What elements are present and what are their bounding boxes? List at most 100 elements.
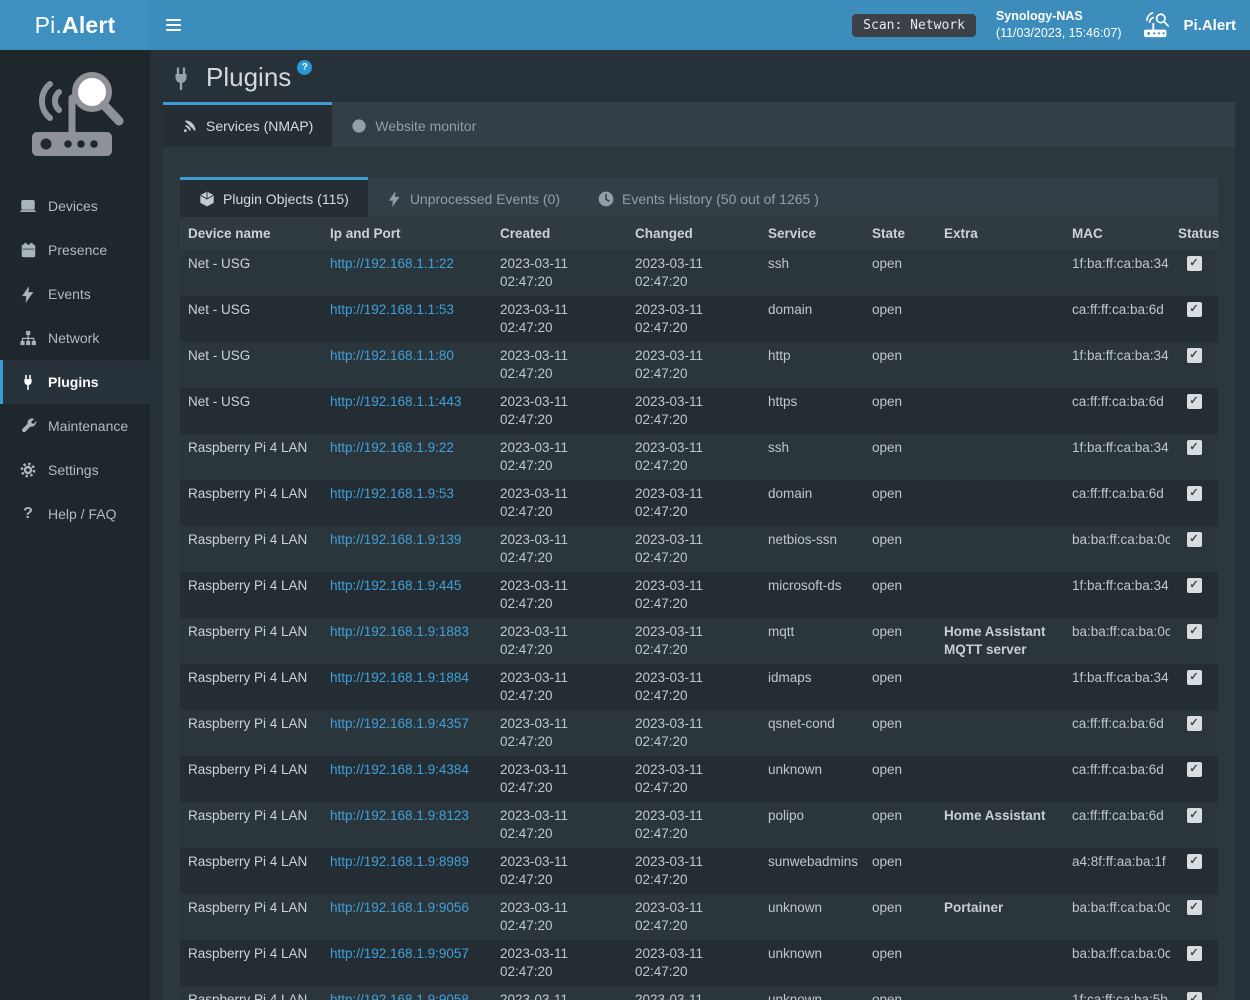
created-cell: 2023-03-11 02:47:20 [492,388,627,434]
sidebar-item-settings[interactable]: Settings [0,448,150,492]
plugin-tabs: Services (NMAP) Website monitor [163,102,1235,147]
column-header-service[interactable]: Service [760,217,864,250]
status-checkbox[interactable] [1187,624,1202,639]
sidebar-item-devices[interactable]: Devices [0,184,150,228]
ip-port-link[interactable]: http://192.168.1.9:9058 [330,992,469,1000]
sidebar-toggle-button[interactable] [150,0,195,50]
device-name-cell: Net - USG [180,296,322,342]
tab-services-nmap[interactable]: Services (NMAP) [163,102,332,147]
sidebar-menu: Devices Presence Events Network [0,184,150,536]
changed-cell: 2023-03-11 02:47:20 [627,710,760,756]
status-checkbox[interactable] [1187,808,1202,823]
status-checkbox[interactable] [1187,578,1202,593]
scan-status-badge: Scan: Network [852,14,976,37]
created-cell: 2023-03-11 02:47:20 [492,802,627,848]
service-cell: unknown [760,940,864,986]
laptop-icon [19,197,37,215]
table-row: Net - USG http://192.168.1.1:80 2023-03-… [180,342,1218,388]
service-cell: netbios-ssn [760,526,864,572]
changed-cell: 2023-03-11 02:47:20 [627,388,760,434]
extra-cell [936,986,1064,1000]
status-checkbox[interactable] [1187,440,1202,455]
ip-port-link[interactable]: http://192.168.1.9:445 [330,578,461,593]
ip-port-link[interactable]: http://192.168.1.1:22 [330,256,454,271]
extra-cell [936,572,1064,618]
ip-port-link[interactable]: http://192.168.1.1:53 [330,302,454,317]
subtab-unprocessed-events[interactable]: Unprocessed Events (0) [368,177,579,217]
column-header-changed[interactable]: Changed [627,217,760,250]
created-cell: 2023-03-11 02:47:20 [492,848,627,894]
status-checkbox[interactable] [1187,900,1202,915]
created-cell: 2023-03-11 02:47:20 [492,572,627,618]
mac-cell: 1f:ba:ff:ca:ba:34 [1064,572,1170,618]
column-header-created[interactable]: Created [492,217,627,250]
ip-port-link[interactable]: http://192.168.1.9:9057 [330,946,469,961]
sidebar-item-maintenance[interactable]: Maintenance [0,404,150,448]
ip-port-link[interactable]: http://192.168.1.9:53 [330,486,454,501]
calendar-icon [20,242,37,259]
header-brand-label: Pi.Alert [1183,17,1236,34]
column-header-mac[interactable]: MAC [1064,217,1170,250]
device-name-cell: Raspberry Pi 4 LAN [180,848,322,894]
status-checkbox[interactable] [1187,670,1202,685]
status-checkbox[interactable] [1187,302,1202,317]
table-row: Net - USG http://192.168.1.1:22 2023-03-… [180,250,1218,296]
brand-logo[interactable]: Pi.Alert [0,0,150,50]
service-cell: https [760,388,864,434]
header-brand[interactable]: Pi.Alert [1141,11,1236,39]
status-checkbox[interactable] [1187,854,1202,869]
gear-icon [19,461,37,479]
ip-port-link[interactable]: http://192.168.1.9:1883 [330,624,469,639]
column-header-extra[interactable]: Extra [936,217,1064,250]
device-name-cell: Raspberry Pi 4 LAN [180,618,322,664]
device-name-cell: Net - USG [180,388,322,434]
help-badge[interactable]: ? [297,60,312,75]
ip-port-link[interactable]: http://192.168.1.9:1884 [330,670,469,685]
status-checkbox[interactable] [1187,394,1202,409]
device-name-cell: Raspberry Pi 4 LAN [180,434,322,480]
plugin-subtabs: Plugin Objects (115) Unprocessed Events … [180,177,1218,217]
tab-website-monitor[interactable]: Website monitor [332,102,495,147]
extra-cell [936,756,1064,802]
status-checkbox[interactable] [1187,486,1202,501]
sidebar-item-presence[interactable]: Presence [0,228,150,272]
column-header-device-name[interactable]: Device name [180,217,322,250]
ip-port-link[interactable]: http://192.168.1.9:4357 [330,716,469,731]
router-scan-icon [1141,11,1175,39]
table-row: Raspberry Pi 4 LAN http://192.168.1.9:18… [180,618,1218,664]
ip-port-link[interactable]: http://192.168.1.9:139 [330,532,461,547]
mac-cell: ca:ff:ff:ca:ba:6d [1064,802,1170,848]
sidebar-item-events[interactable]: Events [0,272,150,316]
column-header-ip-port[interactable]: Ip and Port [322,217,492,250]
state-cell: open [864,480,936,526]
subtab-events-history[interactable]: Events History (50 out of 1265 ) [579,177,838,217]
ip-port-link[interactable]: http://192.168.1.9:4384 [330,762,469,777]
sidebar-item-network[interactable]: Network [0,316,150,360]
ip-port-link[interactable]: http://192.168.1.9:22 [330,440,454,455]
top-navbar: Pi.Alert Scan: Network Synology-NAS (11/… [0,0,1250,50]
state-cell: open [864,940,936,986]
status-checkbox[interactable] [1187,532,1202,547]
status-checkbox[interactable] [1187,762,1202,777]
ip-port-link[interactable]: http://192.168.1.1:80 [330,348,454,363]
status-checkbox[interactable] [1187,946,1202,961]
ip-port-link[interactable]: http://192.168.1.1:443 [330,394,461,409]
state-cell: open [864,710,936,756]
sidebar-item-plugins[interactable]: Plugins [0,360,150,404]
column-header-status[interactable]: Status [1170,217,1218,250]
status-checkbox[interactable] [1187,992,1202,1000]
ip-port-link[interactable]: http://192.168.1.9:9056 [330,900,469,915]
wrench-icon [20,418,37,435]
sidebar-item-help[interactable]: ? Help / FAQ [0,492,150,536]
column-header-state[interactable]: State [864,217,936,250]
status-checkbox[interactable] [1187,348,1202,363]
ip-port-link[interactable]: http://192.168.1.9:8123 [330,808,469,823]
sidebar: Devices Presence Events Network [0,50,150,1000]
table-row: Raspberry Pi 4 LAN http://192.168.1.9:90… [180,894,1218,940]
status-checkbox[interactable] [1187,716,1202,731]
status-checkbox[interactable] [1187,256,1202,271]
ip-port-link[interactable]: http://192.168.1.9:8989 [330,854,469,869]
table-row: Raspberry Pi 4 LAN http://192.168.1.9:22… [180,434,1218,480]
subtab-plugin-objects[interactable]: Plugin Objects (115) [180,177,368,217]
table-row: Raspberry Pi 4 LAN http://192.168.1.9:43… [180,756,1218,802]
